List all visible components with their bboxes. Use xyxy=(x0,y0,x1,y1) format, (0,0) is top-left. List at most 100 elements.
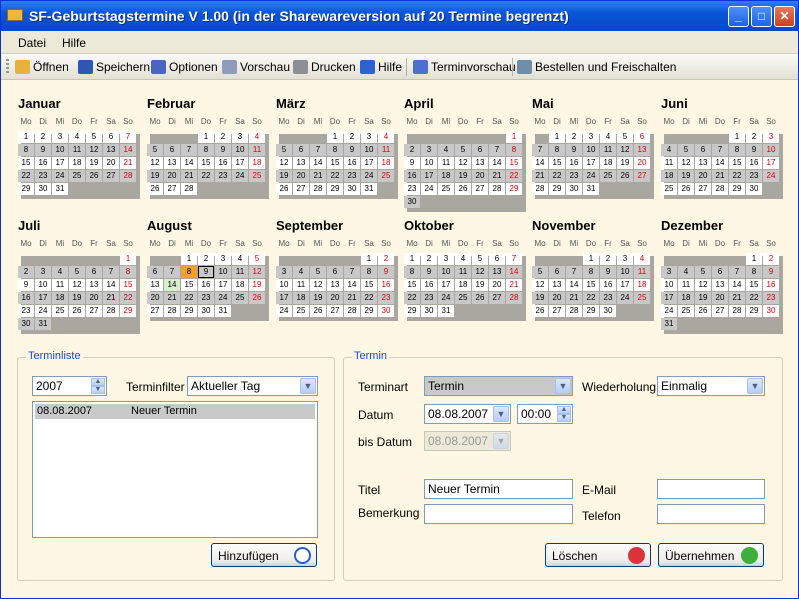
calendar-day[interactable]: 23 xyxy=(746,170,762,182)
calendar-day[interactable]: 22 xyxy=(120,292,136,304)
calendar-day[interactable]: 18 xyxy=(634,279,650,291)
title-bar[interactable]: SF-Geburtstagstermine V 1.00 (in der Sha… xyxy=(1,1,798,31)
calendar-day[interactable]: 2 xyxy=(600,253,616,265)
calendar-day[interactable]: 11 xyxy=(378,144,394,156)
calendar-day[interactable]: 28 xyxy=(164,305,180,317)
calendar-day[interactable]: 16 xyxy=(746,157,762,169)
calendar-day[interactable]: 7 xyxy=(344,266,360,278)
calendar-day[interactable]: 12 xyxy=(310,279,326,291)
calendar-day[interactable]: 16 xyxy=(18,292,34,304)
calendar-day[interactable]: 17 xyxy=(215,279,231,291)
calendar-day[interactable]: 28 xyxy=(120,170,136,182)
calendar-day[interactable]: 21 xyxy=(532,170,548,182)
calendar-day[interactable]: 14 xyxy=(532,157,548,169)
toolbar-print-button[interactable]: Drucken xyxy=(293,59,356,75)
calendar-day[interactable]: 12 xyxy=(147,157,163,169)
calendar-day[interactable]: 6 xyxy=(293,144,309,156)
menu-datei[interactable]: Datei xyxy=(18,36,46,50)
calendar-day[interactable]: 6 xyxy=(327,266,343,278)
calendar-day[interactable]: 12 xyxy=(472,266,488,278)
calendar-day[interactable]: 25 xyxy=(52,305,68,317)
calendar-day[interactable]: 4 xyxy=(232,253,248,265)
calendar-day[interactable]: 30 xyxy=(763,305,779,317)
calendar-day[interactable]: 14 xyxy=(566,279,582,291)
calendar-day[interactable]: 8 xyxy=(198,144,214,156)
calendar-day[interactable]: 30 xyxy=(344,183,360,195)
calendar-day[interactable]: 11 xyxy=(678,279,694,291)
calendar-day[interactable]: 3 xyxy=(361,131,377,143)
calendar-day[interactable]: 23 xyxy=(18,305,34,317)
calendar-day[interactable]: 14 xyxy=(181,157,197,169)
calendar-day[interactable]: 28 xyxy=(344,305,360,317)
calendar-day[interactable]: 25 xyxy=(661,183,677,195)
calendar-day[interactable]: 23 xyxy=(404,183,420,195)
calendar-day[interactable]: 13 xyxy=(147,279,163,291)
calendar-day[interactable]: 10 xyxy=(361,144,377,156)
calendar-day[interactable]: 7 xyxy=(506,253,522,265)
calendar-day[interactable]: 14 xyxy=(489,157,505,169)
calendar-day[interactable]: 25 xyxy=(378,170,394,182)
calendar-day[interactable]: 17 xyxy=(583,157,599,169)
calendar-day[interactable]: 30 xyxy=(198,305,214,317)
calendar-day[interactable]: 18 xyxy=(661,170,677,182)
calendar-day[interactable]: 26 xyxy=(472,292,488,304)
calendar-day[interactable]: 12 xyxy=(276,157,292,169)
calendar-day[interactable]: 13 xyxy=(489,266,505,278)
calendar-day[interactable]: 27 xyxy=(86,305,102,317)
calendar-day[interactable]: 20 xyxy=(327,292,343,304)
calendar-day[interactable]: 27 xyxy=(489,292,505,304)
calendar-day[interactable]: 20 xyxy=(86,292,102,304)
calendar-day[interactable]: 22 xyxy=(181,292,197,304)
calendar-day[interactable]: 18 xyxy=(438,170,454,182)
calendar-day[interactable]: 17 xyxy=(617,279,633,291)
calendar-day[interactable]: 16 xyxy=(35,157,51,169)
calendar-day[interactable]: 22 xyxy=(583,292,599,304)
calendar-day[interactable]: 26 xyxy=(69,305,85,317)
calendar-day[interactable]: 11 xyxy=(232,266,248,278)
calendar-day[interactable]: 25 xyxy=(438,183,454,195)
calendar-day[interactable]: 4 xyxy=(69,131,85,143)
calendar-day[interactable]: 15 xyxy=(181,279,197,291)
calendar-day[interactable]: 21 xyxy=(120,157,136,169)
calendar-day[interactable]: 1 xyxy=(506,131,522,143)
calendar-day[interactable]: 7 xyxy=(712,144,728,156)
calendar-day[interactable]: 27 xyxy=(634,170,650,182)
calendar-day[interactable]: 19 xyxy=(472,279,488,291)
calendar-day[interactable]: 15 xyxy=(361,279,377,291)
calendar-day[interactable]: 20 xyxy=(293,170,309,182)
calendar-day[interactable]: 17 xyxy=(35,292,51,304)
calendar-day[interactable]: 17 xyxy=(361,157,377,169)
calendar-day[interactable]: 25 xyxy=(293,305,309,317)
terminart-select[interactable]: Termin ▼ xyxy=(424,376,573,396)
calendar-day[interactable]: 7 xyxy=(532,144,548,156)
calendar-day[interactable]: 7 xyxy=(181,144,197,156)
calendar-day[interactable]: 24 xyxy=(583,170,599,182)
calendar-day[interactable]: 4 xyxy=(52,266,68,278)
calendar-day[interactable]: 22 xyxy=(729,170,745,182)
calendar-day[interactable]: 11 xyxy=(455,266,471,278)
calendar-day[interactable]: 8 xyxy=(361,266,377,278)
calendar-day[interactable]: 27 xyxy=(327,305,343,317)
calendar-day[interactable]: 3 xyxy=(232,131,248,143)
calendar-day[interactable]: 5 xyxy=(695,266,711,278)
calendar-day[interactable]: 16 xyxy=(215,157,231,169)
calendar-day[interactable]: 27 xyxy=(472,183,488,195)
calendar-day[interactable]: 24 xyxy=(438,292,454,304)
calendar-day[interactable]: 23 xyxy=(600,292,616,304)
calendar-day[interactable]: 5 xyxy=(532,266,548,278)
calendar-day[interactable]: 5 xyxy=(147,144,163,156)
calendar-day[interactable]: 4 xyxy=(378,131,394,143)
bemerkung-input[interactable] xyxy=(424,504,573,524)
calendar-day[interactable]: 1 xyxy=(361,253,377,265)
calendar-day[interactable]: 28 xyxy=(532,183,548,195)
calendar-day[interactable]: 22 xyxy=(404,292,420,304)
calendar-day[interactable]: 10 xyxy=(617,266,633,278)
calendar-day[interactable]: 2 xyxy=(566,131,582,143)
calendar-day[interactable]: 21 xyxy=(344,292,360,304)
calendar-day[interactable]: 30 xyxy=(404,196,420,208)
calendar-day[interactable]: 30 xyxy=(35,183,51,195)
email-input[interactable] xyxy=(657,479,765,499)
calendar-day[interactable]: 17 xyxy=(438,279,454,291)
calendar-day[interactable]: 24 xyxy=(232,170,248,182)
calendar-day[interactable]: 13 xyxy=(293,157,309,169)
